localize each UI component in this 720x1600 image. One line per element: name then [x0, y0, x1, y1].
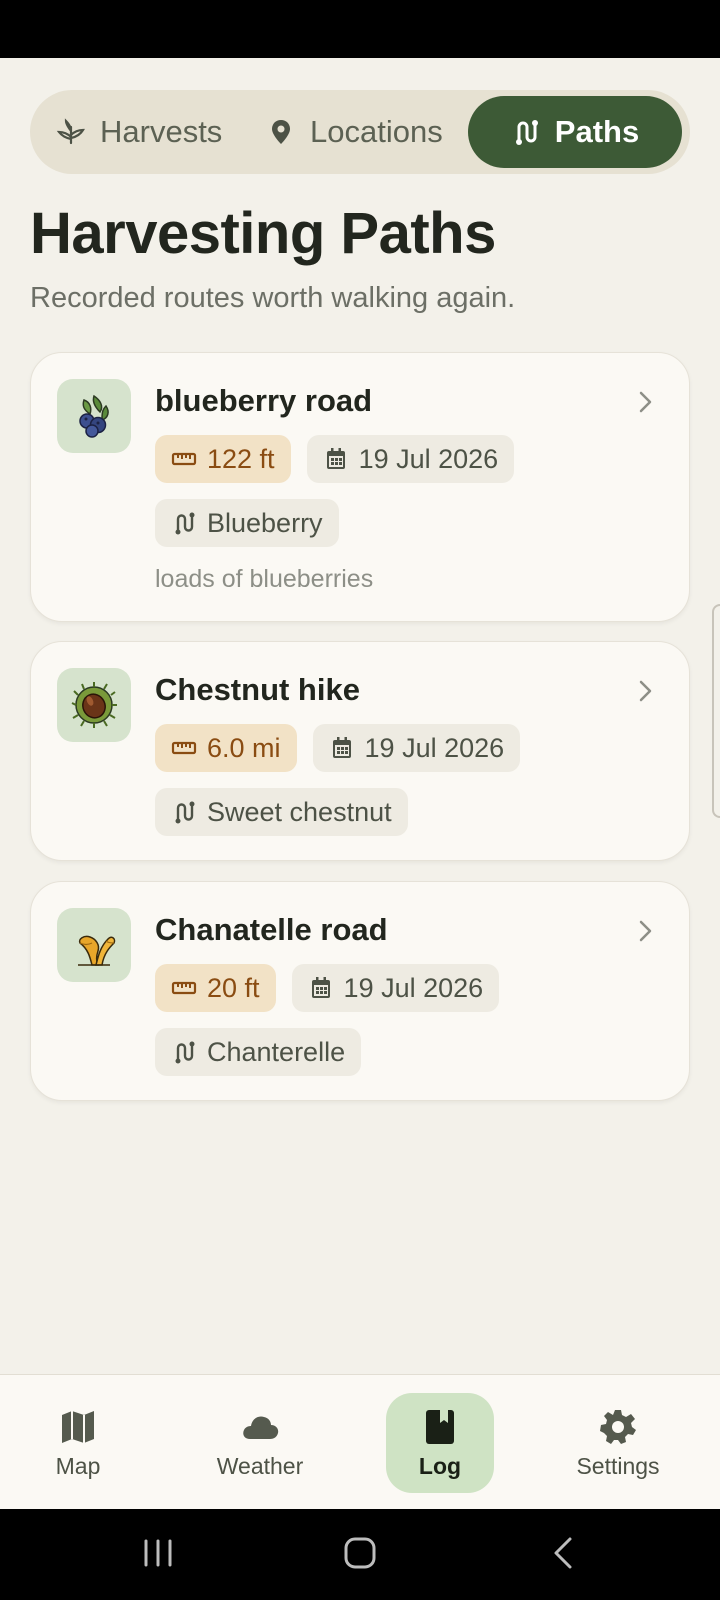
chevron-right-icon: [639, 391, 652, 413]
calendar-icon: [311, 977, 330, 998]
nav-weather-label: Weather: [216, 1452, 304, 1479]
ruler-icon: [171, 741, 197, 755]
recent-apps-icon[interactable]: [138, 1533, 178, 1573]
chevron-right-icon: [639, 920, 652, 942]
path-note: loads of blueberries: [155, 565, 374, 593]
page-title: Harvesting Paths: [30, 201, 496, 266]
back-icon[interactable]: [544, 1533, 584, 1573]
ruler-icon: [171, 452, 197, 466]
path-title: Chestnut hike: [155, 672, 360, 707]
species-value: Blueberry: [207, 507, 323, 538]
chevron-right-icon: [639, 680, 652, 702]
chip-row: Blueberry: [155, 499, 339, 547]
species-chip: Sweet chestnut: [155, 788, 408, 836]
date-value: 19 Jul 2026: [364, 732, 505, 763]
chip-row: 20 ft 19 Jul 2026: [155, 964, 500, 1012]
date-chip: 19 Jul 2026: [306, 435, 515, 483]
nav-map-label: Map: [55, 1452, 101, 1479]
nav-log-label: Log: [418, 1452, 462, 1479]
book-icon: [426, 1409, 454, 1444]
chip-row: 6.0 mi 19 Jul 2026: [155, 724, 521, 772]
distance-chip: 6.0 mi: [155, 724, 297, 772]
segment-harvests-label: Harvests: [100, 114, 223, 149]
cloud-icon: [243, 1415, 279, 1439]
nav-settings[interactable]: Settings: [564, 1393, 672, 1493]
blueberry-icon: [57, 379, 131, 453]
route-icon: [175, 1041, 195, 1064]
chestnut-icon: [57, 668, 131, 742]
segment-locations[interactable]: Locations: [266, 96, 443, 168]
system-nav-bar: [0, 1509, 720, 1600]
path-card-chestnut-hike[interactable]: Chestnut hike 6.0 mi 19 Jul 2026 Sweet c…: [30, 641, 690, 861]
status-bar: [0, 0, 720, 58]
segment-paths[interactable]: Paths: [468, 96, 682, 168]
species-chip: Chanterelle: [155, 1028, 362, 1076]
date-chip: 19 Jul 2026: [312, 724, 521, 772]
page-subtitle: Recorded routes worth walking again.: [30, 282, 516, 314]
species-value: Chanterelle: [207, 1036, 346, 1067]
nav-settings-label: Settings: [576, 1452, 660, 1479]
species-chip: Blueberry: [155, 499, 339, 547]
distance-value: 122 ft: [207, 443, 275, 474]
calendar-icon: [332, 737, 351, 758]
path-card-blueberry-road[interactable]: blueberry road 122 ft 19 Jul 2026 Bluebe…: [30, 352, 690, 622]
ruler-icon: [171, 981, 197, 995]
nav-log[interactable]: Log: [386, 1393, 494, 1493]
route-icon: [175, 801, 195, 824]
species-value: Sweet chestnut: [207, 796, 392, 827]
map-icon: [62, 1410, 94, 1443]
chanterelle-icon: [57, 908, 131, 982]
path-title: blueberry road: [155, 383, 373, 418]
route-icon: [175, 512, 195, 535]
chip-row: 122 ft 19 Jul 2026: [155, 435, 515, 483]
map-pin-icon: [272, 120, 290, 144]
view-segmented-control: Harvests Locations Paths: [30, 90, 690, 174]
route-icon: [515, 120, 538, 145]
segment-locations-label: Locations: [310, 114, 443, 149]
date-value: 19 Jul 2026: [358, 443, 499, 474]
home-icon[interactable]: [340, 1533, 380, 1573]
chip-row: Sweet chestnut: [155, 788, 408, 836]
path-card-chanatelle-road[interactable]: Chanatelle road 20 ft 19 Jul 2026 Chante…: [30, 881, 690, 1101]
calendar-icon: [326, 448, 345, 469]
bottom-nav: Map Weather Log Settings: [0, 1374, 720, 1509]
date-value: 19 Jul 2026: [343, 972, 484, 1003]
segment-paths-label: Paths: [554, 114, 640, 149]
segment-harvests[interactable]: Harvests: [56, 96, 222, 168]
path-title: Chanatelle road: [155, 912, 388, 947]
gear-icon: [600, 1409, 636, 1444]
distance-value: 6.0 mi: [207, 732, 281, 763]
distance-chip: 20 ft: [155, 964, 276, 1012]
distance-chip: 122 ft: [155, 435, 291, 483]
date-chip: 19 Jul 2026: [291, 964, 500, 1012]
nav-weather[interactable]: Weather: [206, 1393, 314, 1493]
edge-panel-handle[interactable]: [712, 604, 720, 818]
sprout-icon: [56, 118, 85, 145]
nav-map[interactable]: Map: [24, 1393, 132, 1493]
chip-row: Chanterelle: [155, 1028, 362, 1076]
distance-value: 20 ft: [207, 972, 260, 1003]
